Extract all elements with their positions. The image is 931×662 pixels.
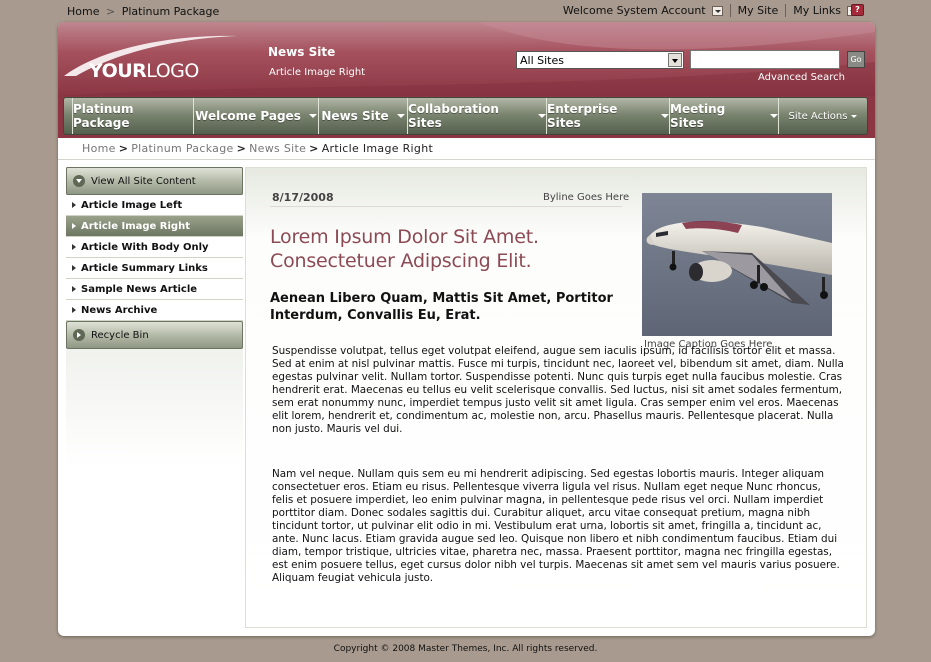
breadcrumb-separator: > — [118, 142, 129, 155]
global-breadcrumb: Home > Platinum Package — [67, 5, 219, 18]
quick-launch: View All Site Content Article Image Left… — [66, 167, 243, 627]
global-breadcrumb-current[interactable]: Platinum Package — [122, 5, 220, 18]
sidebar-item-label: Article With Body Only — [81, 241, 209, 253]
airplane-photo-icon — [642, 193, 832, 336]
chevron-down-icon — [661, 114, 669, 118]
welcome-menu[interactable]: Welcome System Account — [556, 4, 731, 17]
chevron-down-icon — [851, 114, 858, 118]
chevron-down-icon — [538, 114, 546, 118]
breadcrumb-platinum-package[interactable]: Platinum Package — [131, 142, 233, 155]
nav-item-label: Enterprise Sites — [547, 102, 618, 130]
recycle-bin-label: Recycle Bin — [91, 329, 149, 341]
triangle-right-icon — [72, 223, 76, 229]
nav-item-news-site[interactable]: News Site — [319, 98, 408, 134]
nav-item-meeting-sites[interactable]: Meeting Sites — [670, 98, 779, 134]
breadcrumb-trail: Home > Platinum Package > News Site > Article … — [82, 142, 433, 155]
triangle-right-icon — [72, 307, 76, 313]
triangle-right-icon — [72, 202, 76, 208]
chevron-down-icon — [396, 114, 405, 118]
nav-item-collaboration-sites[interactable]: Collaboration Sites — [408, 98, 547, 134]
utility-bar: Home > Platinum Package Welcome System A… — [0, 0, 931, 22]
divider — [270, 206, 622, 207]
breadcrumb-separator: > — [309, 142, 319, 155]
breadcrumb-separator: > — [236, 142, 247, 155]
nav-item-label: Meeting Sites — [670, 102, 726, 130]
my-site-link[interactable]: My Site — [731, 4, 787, 17]
sidebar-item-sample-news-article[interactable]: Sample News Article — [66, 279, 243, 300]
sidebar-item-article-image-left[interactable]: Article Image Left — [66, 195, 243, 216]
sidebar-item-article-image-right[interactable]: Article Image Right — [66, 216, 243, 237]
nav-item-platinum-package[interactable]: Platinum Package — [72, 98, 194, 134]
triangle-right-icon — [72, 265, 76, 271]
page-frame: YOURLOGO News Site Article Image Right A… — [58, 22, 875, 636]
global-breadcrumb-home[interactable]: Home — [67, 5, 99, 18]
site-actions-menu[interactable]: Site Actions — [779, 98, 867, 134]
help-icon[interactable]: ? — [851, 4, 864, 16]
view-all-site-content-link[interactable]: View All Site Content — [66, 167, 243, 195]
copyright-footer: Copyright © 2008 Master Themes, Inc. All… — [333, 644, 598, 654]
recycle-bin-link[interactable]: Recycle Bin — [66, 321, 243, 349]
chevron-down-icon — [770, 114, 778, 118]
welcome-label: Welcome System Account — [562, 4, 706, 17]
search-input[interactable] — [690, 50, 840, 69]
nav-item-label: Welcome Pages — [195, 109, 301, 123]
article-body-paragraph: Nam vel neque. Nullam quis sem eu mi hen… — [272, 468, 840, 584]
page-subtitle: Article Image Right — [269, 67, 366, 78]
site-title[interactable]: News Site — [268, 45, 335, 59]
sidebar-item-label: Article Summary Links — [81, 262, 208, 274]
nav-item-label: News Site — [321, 109, 389, 123]
site-actions-label: Site Actions — [788, 110, 848, 122]
search-go-button[interactable]: Go — [847, 51, 865, 68]
nav-bar: Platinum Package Welcome Pages News Site… — [63, 97, 868, 135]
sidebar-item-article-with-body-only[interactable]: Article With Body Only — [66, 237, 243, 258]
article-headline: Lorem Ipsum Dolor Sit Amet. Consectetuer… — [270, 226, 539, 272]
logo-bold-text: YOUR — [89, 60, 147, 82]
article-byline: Byline Goes Here — [543, 192, 630, 203]
chevron-down-icon — [308, 114, 317, 118]
chevron-right-circle-icon — [73, 329, 85, 341]
article-image — [642, 193, 832, 336]
dropdown-arrow-icon[interactable] — [668, 53, 682, 67]
breadcrumb-separator: > — [105, 5, 116, 18]
triangle-right-icon — [72, 286, 76, 292]
advanced-search-link[interactable]: Advanced Search — [758, 72, 845, 83]
sidebar-item-article-summary-links[interactable]: Article Summary Links — [66, 258, 243, 279]
nav-item-label: Collaboration Sites — [408, 102, 499, 130]
triangle-right-icon — [72, 244, 76, 250]
site-logo[interactable]: YOURLOGO — [89, 60, 199, 82]
nav-item-label: Platinum Package — [73, 102, 134, 130]
article-body-paragraph: Suspendisse volutpat, tellus eget volutp… — [272, 345, 844, 435]
chevron-down-icon[interactable] — [711, 5, 723, 16]
breadcrumb-current: Article Image Right — [321, 142, 434, 155]
search-scope-select[interactable]: All Sites — [516, 51, 684, 69]
article-subhead: Aenean Libero Quam, Mattis Sit Amet, Por… — [270, 291, 613, 323]
nav-item-welcome-pages[interactable]: Welcome Pages — [194, 98, 319, 134]
view-all-label: View All Site Content — [91, 175, 196, 187]
logo-light-text: LOGO — [146, 60, 199, 82]
breadcrumb-home[interactable]: Home — [82, 142, 116, 155]
search-scope-value: All Sites — [520, 54, 564, 67]
sidebar-item-label: News Archive — [81, 304, 158, 316]
sidebar-item-label: Article Image Left — [81, 199, 183, 211]
nav-item-enterprise-sites[interactable]: Enterprise Sites — [547, 98, 670, 134]
article-content: 8/17/2008 Byline Goes Here Image Caption… — [245, 167, 867, 628]
breadcrumb-news-site[interactable]: News Site — [249, 142, 306, 155]
breadcrumb: Home > Platinum Package > News Site > Article … — [58, 138, 875, 160]
sidebar-item-label: Sample News Article — [81, 283, 198, 295]
chevron-down-circle-icon — [73, 175, 85, 187]
user-links: Welcome System Account My Site My Links — [556, 4, 865, 17]
sidebar-item-news-archive[interactable]: News Archive — [66, 300, 243, 321]
top-navigation: Platinum Package Welcome Pages News Site… — [58, 96, 875, 138]
my-site-label: My Site — [737, 4, 779, 17]
site-header: YOURLOGO News Site Article Image Right A… — [58, 22, 875, 96]
my-links-label: My Links — [793, 4, 841, 17]
article-date: 8/17/2008 — [272, 191, 334, 204]
sidebar-item-label: Article Image Right — [81, 220, 190, 232]
